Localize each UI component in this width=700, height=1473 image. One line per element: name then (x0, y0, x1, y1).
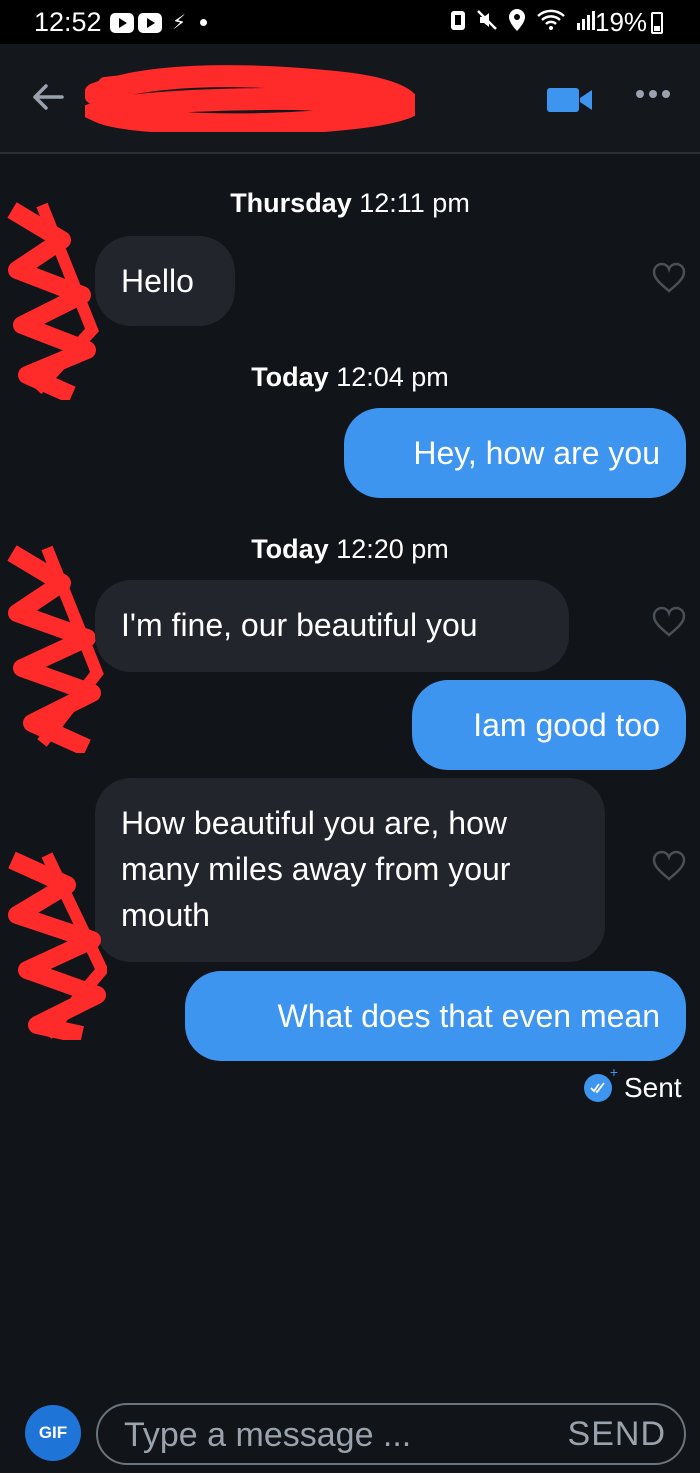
mute-icon (477, 10, 497, 30)
signal-icon (577, 11, 595, 30)
timestamp: Thursday 12:11 pm (230, 188, 470, 218)
more-dots-icon[interactable] (636, 90, 670, 98)
status-time: 12:52 (34, 7, 102, 37)
incoming-message[interactable]: Hello (95, 236, 235, 326)
battery-saver-icon (451, 11, 465, 30)
harry-potter-icon: ⚡ (172, 12, 186, 34)
status-bar: 12:52 ⚡ 19% (0, 0, 700, 44)
incoming-message[interactable]: How beautiful you are, how many miles aw… (95, 778, 605, 962)
video-camera-icon[interactable] (546, 86, 594, 114)
timestamp: Today 12:04 pm (251, 362, 449, 392)
youtube-icon (110, 12, 134, 33)
send-button[interactable]: SEND (568, 1415, 666, 1454)
sent-label: Sent (624, 1072, 682, 1103)
message-input[interactable] (124, 1413, 544, 1457)
youtube-icon (138, 12, 162, 33)
battery-icon (651, 12, 663, 34)
redacted-contact-name[interactable] (85, 64, 415, 132)
heart-like-icon[interactable] (652, 850, 686, 882)
system-icons (450, 8, 596, 32)
outgoing-message[interactable]: What does that even mean (185, 971, 686, 1061)
delivery-status: Sent (584, 1064, 682, 1104)
arrow-left-icon[interactable] (30, 82, 66, 112)
notification-icons: ⚡ (110, 10, 208, 35)
redacted-avatar[interactable] (2, 543, 107, 753)
wifi-icon (537, 9, 565, 30)
location-icon (509, 9, 525, 31)
outgoing-message[interactable]: Hey, how are you (344, 408, 686, 498)
incoming-message[interactable]: I'm fine, our beautiful you (95, 580, 569, 672)
more-notifications-dot-icon (200, 19, 208, 26)
redacted-avatar[interactable] (2, 850, 107, 1040)
chat-header (0, 44, 700, 154)
gif-button[interactable]: GIF (25, 1405, 81, 1461)
message-composer: SEND (96, 1403, 686, 1465)
outgoing-message[interactable]: Iam good too (412, 680, 686, 770)
heart-like-icon[interactable] (652, 606, 686, 638)
heart-like-icon[interactable] (652, 262, 686, 294)
battery-percent: 19% (595, 7, 648, 37)
sent-check-icon (584, 1064, 618, 1102)
